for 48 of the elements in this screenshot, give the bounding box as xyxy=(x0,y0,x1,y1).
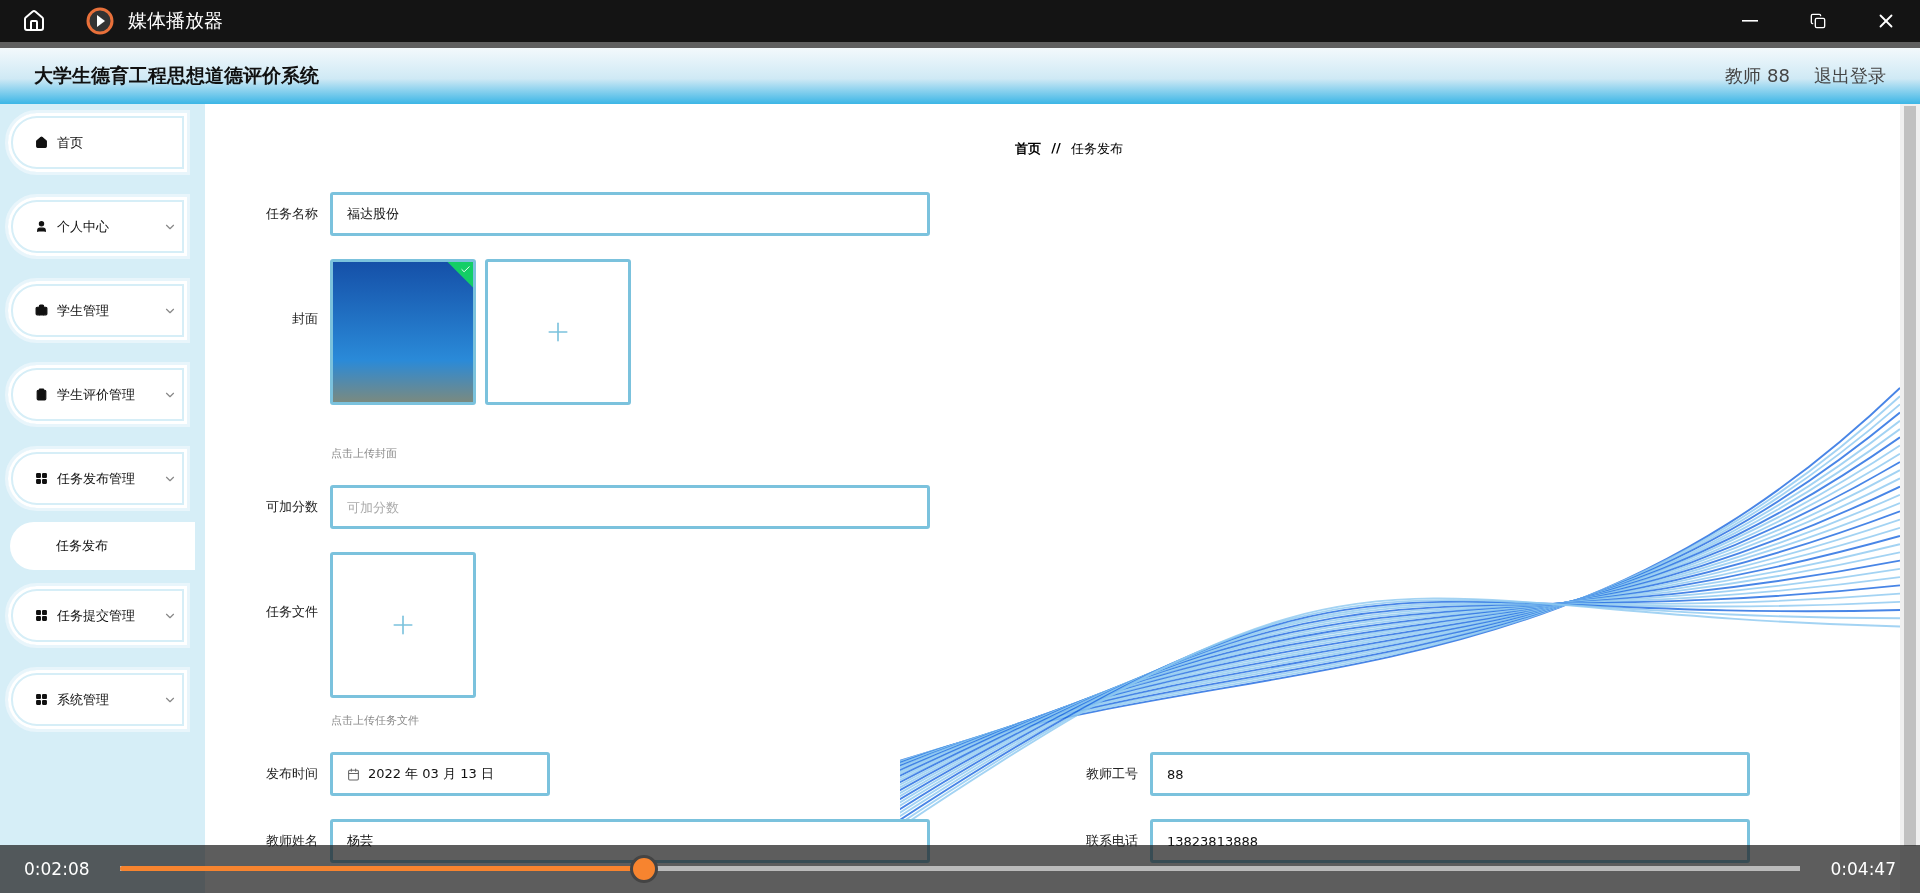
sidebar-subitem[interactable]: 任务发布 xyxy=(10,522,195,570)
system-title: 大学生德育工程思想道德评价系统 xyxy=(34,63,320,88)
upload-tile[interactable] xyxy=(485,259,631,405)
app-title: 媒体播放器 xyxy=(128,8,223,33)
breadcrumb-home[interactable]: 首页 xyxy=(1015,140,1042,158)
score-field[interactable]: 可加分数 xyxy=(330,485,930,529)
grid-icon xyxy=(35,472,48,485)
field-label: 任务名称 xyxy=(265,205,319,223)
clipboard-icon xyxy=(35,388,48,401)
sidebar-item[interactable]: 个人中心 xyxy=(5,194,190,259)
sidebar-item[interactable]: 任务提交管理 xyxy=(5,583,190,648)
home-icon xyxy=(35,136,48,149)
restore-icon xyxy=(1810,13,1826,29)
logout-link[interactable]: 退出登录 xyxy=(1814,64,1886,88)
field-label: 封面 xyxy=(291,310,319,328)
upload-hint: 点击上传任务文件 xyxy=(331,713,420,728)
photo-placeholder[interactable] xyxy=(330,259,476,405)
field-label: 联系电话 xyxy=(1085,832,1139,850)
sidebar-item[interactable]: 系统管理 xyxy=(5,667,190,732)
progress-thumb[interactable] xyxy=(630,855,658,883)
sidebar-item[interactable]: 首页 xyxy=(5,110,190,175)
task-name-field[interactable]: 福达股份 xyxy=(330,192,930,236)
grid-icon xyxy=(35,609,48,622)
calendar-icon xyxy=(347,767,360,781)
briefcase-icon xyxy=(35,304,48,317)
text-field[interactable]: 88 xyxy=(1150,752,1750,796)
user-icon xyxy=(35,220,48,233)
grid-icon xyxy=(35,693,48,706)
elapsed-time: 0:02:08 xyxy=(24,859,90,879)
field-label: 任务文件 xyxy=(265,603,319,621)
field-label: 教师姓名 xyxy=(265,832,319,850)
scrollbar-thumb[interactable] xyxy=(1904,106,1916,846)
home-icon[interactable] xyxy=(22,9,46,33)
total-time: 0:04:47 xyxy=(1830,859,1896,879)
sidebar-item[interactable]: 学生管理 xyxy=(5,278,190,343)
sidebar-item[interactable]: 学生评价管理 xyxy=(5,362,190,427)
upload-hint: 点击上传封面 xyxy=(331,446,398,461)
breadcrumb-separator: // xyxy=(1051,140,1061,157)
sidebar-item[interactable]: 任务发布管理 xyxy=(5,446,190,511)
user-name: 教师 88 xyxy=(1725,64,1790,88)
field-label: 教师工号 xyxy=(1085,765,1139,783)
play-logo-icon xyxy=(86,7,114,35)
field-label: 发布时间 xyxy=(265,765,319,783)
breadcrumb-current: 任务发布 xyxy=(1070,140,1123,158)
date-field[interactable]: 2022 年 03 月 13 日 xyxy=(330,752,550,796)
field-label: 可加分数 xyxy=(265,498,319,516)
upload-tile[interactable] xyxy=(330,552,476,698)
minimize-icon xyxy=(1742,20,1758,22)
